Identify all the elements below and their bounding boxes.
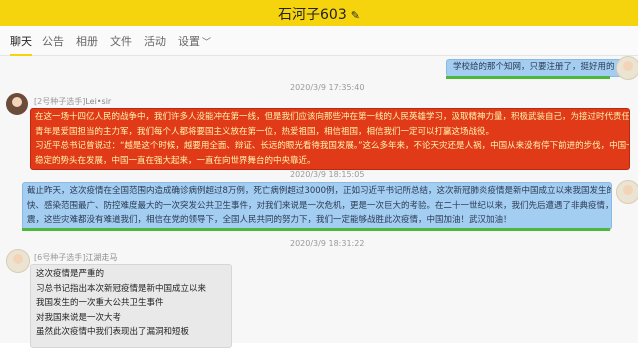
tab-bar: 聊天 公告 相册 文件 活动 设置 ﹀	[0, 26, 638, 56]
tab-chat[interactable]: 聊天	[10, 33, 32, 56]
member-badge: [2号种子选手]	[34, 97, 86, 106]
sender-name: Lei•sir	[85, 97, 112, 106]
message-line: 在这一场十四亿人民的战争中，我们许多人没能冲在第一线，但是我们应该向那些冲在第一…	[35, 112, 630, 122]
chat-area[interactable]: 学校给的那个知网，只要注册了，挺好用的 2020/3/9 17:35:40 [2…	[0, 56, 638, 348]
sender-name: 江湖走马	[85, 253, 118, 262]
message-line: 虽然此次疫情中我们表现出了漏洞和短板	[36, 327, 190, 337]
avatar[interactable]	[616, 180, 638, 204]
message-line: 快、感染范围最广、防控难度最大的一次突发公共卫生事件，对我们来说是一次危机，更是…	[27, 200, 612, 211]
group-name: 石河子603	[278, 7, 347, 23]
message-line: 习总书记指出本次新冠疫情是新中国成立以来	[36, 283, 207, 294]
message-bubble[interactable]: 截止昨天，这次疫情在全国范围内造成确诊病例超过8万例，死亡病例超过3000例，正…	[22, 182, 612, 230]
tab-notice[interactable]: 公告	[42, 33, 64, 49]
message-bubble[interactable]: 在这一场十四亿人民的战争中，我们许多人没能冲在第一线，但是我们应该向那些冲在第一…	[30, 108, 630, 170]
message-line: 这次疫情是严重的	[36, 269, 105, 279]
timestamp: 2020/3/9 18:15:05	[290, 170, 365, 179]
tab-settings[interactable]: 设置 ﹀	[178, 33, 211, 49]
message-line: 我国发生的一次重大公共卫生事件	[36, 298, 164, 308]
message-bubble[interactable]: 这次疫情是严重的 习总书记指出本次新冠疫情是新中国成立以来 我国发生的一次重大公…	[30, 264, 232, 348]
timestamp: 2020/3/9 18:31:22	[290, 239, 365, 248]
bubble-decoration	[446, 76, 610, 79]
tab-album[interactable]: 相册	[76, 33, 98, 49]
edit-icon[interactable]: ✎	[351, 9, 360, 22]
bubble-decoration	[22, 228, 610, 231]
sender-label: [6号种子选手]江湖走马	[34, 252, 117, 263]
tab-settings-label: 设置	[178, 35, 200, 48]
avatar[interactable]	[616, 56, 638, 80]
timestamp: 2020/3/9 17:35:40	[290, 83, 365, 92]
message-line: 习近平总书记曾说过：“越是这个时候，越要用全面、辩证、长远的眼光看待我国发展。”…	[35, 141, 630, 151]
chevron-down-icon: ﹀	[202, 38, 212, 48]
message-line: 稳定的势头在发展，中国一直在强大起来，一直在向世界舞台的中央靠近。	[35, 155, 316, 166]
message-bubble[interactable]: 学校给的那个知网，只要注册了，挺好用的	[446, 59, 622, 77]
message-line: 震，这些灾难都没有难道我们，相信在党的领导下，全国人民共同的努力下，我们一定能够…	[27, 215, 512, 225]
member-badge: [6号种子选手]	[34, 253, 86, 262]
tab-files[interactable]: 文件	[110, 33, 132, 49]
title-bar: 石河子603 ✎	[0, 0, 638, 26]
avatar[interactable]	[6, 249, 30, 273]
message-text: 学校给的那个知网，只要注册了，挺好用的	[453, 62, 615, 72]
message-line: 截止昨天，这次疫情在全国范围内造成确诊病例超过8万例，死亡病例超过3000例，正…	[27, 186, 612, 196]
message-line: 青年是爱国担当的主力军，我们每个人都将要国主义放在第一位，热爱祖国，相信祖国，相…	[35, 126, 495, 137]
avatar[interactable]	[6, 93, 28, 115]
tab-activity[interactable]: 活动	[144, 33, 166, 49]
group-title[interactable]: 石河子603 ✎	[0, 4, 638, 24]
message-line: 对我国来说是一次大考	[36, 312, 122, 323]
sender-label: [2号种子选手]Lei•sir	[34, 96, 111, 107]
